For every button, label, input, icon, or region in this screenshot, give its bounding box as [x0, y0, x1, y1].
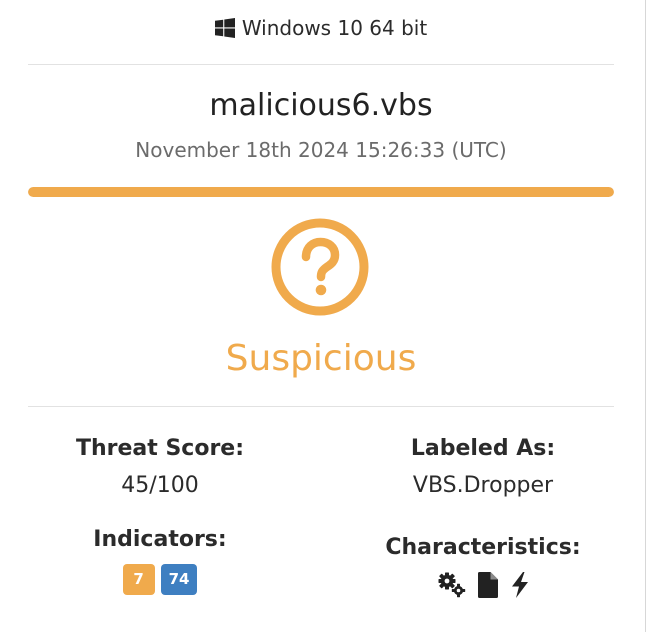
- divider: [28, 406, 614, 407]
- os-label: Windows 10 64 bit: [241, 16, 428, 40]
- divider: [28, 64, 614, 65]
- report-summary-panel: Windows 10 64 bit malicious6.vbs Novembe…: [0, 0, 646, 632]
- threat-score: Threat Score: 45/100: [25, 436, 295, 498]
- labeled-as-value: VBS.Dropper: [412, 473, 554, 498]
- labeled-as: Labeled As: VBS.Dropper: [348, 436, 618, 498]
- indicator-badge-suspicious[interactable]: 7: [122, 564, 155, 595]
- cogs-icon: [436, 572, 466, 598]
- threat-score-value: 45/100: [121, 473, 199, 498]
- indicator-badge-informative[interactable]: 74: [160, 564, 198, 595]
- labeled-as-heading: Labeled As:: [410, 436, 556, 461]
- windows-icon: [214, 18, 235, 38]
- indicator-badges: 7 74: [25, 564, 295, 595]
- verdict-bar: [28, 187, 614, 197]
- characteristics-heading: Characteristics:: [385, 535, 581, 560]
- environment-row: Windows 10 64 bit: [28, 14, 614, 42]
- indicators: Indicators: 7 74: [25, 527, 295, 595]
- file-name: malicious6.vbs: [209, 88, 433, 123]
- file-icon: [478, 572, 498, 598]
- threat-score-heading: Threat Score:: [75, 436, 245, 461]
- characteristics: Characteristics:: [348, 535, 618, 598]
- question-circle-icon: [270, 217, 370, 317]
- characteristic-icons: [348, 572, 618, 598]
- verdict-bar-fill: [28, 187, 614, 197]
- verdict-label: Suspicious: [225, 338, 417, 379]
- indicators-heading: Indicators:: [93, 527, 227, 552]
- bolt-icon: [510, 572, 530, 598]
- analysis-timestamp: November 18th 2024 15:26:33 (UTC): [135, 138, 507, 162]
